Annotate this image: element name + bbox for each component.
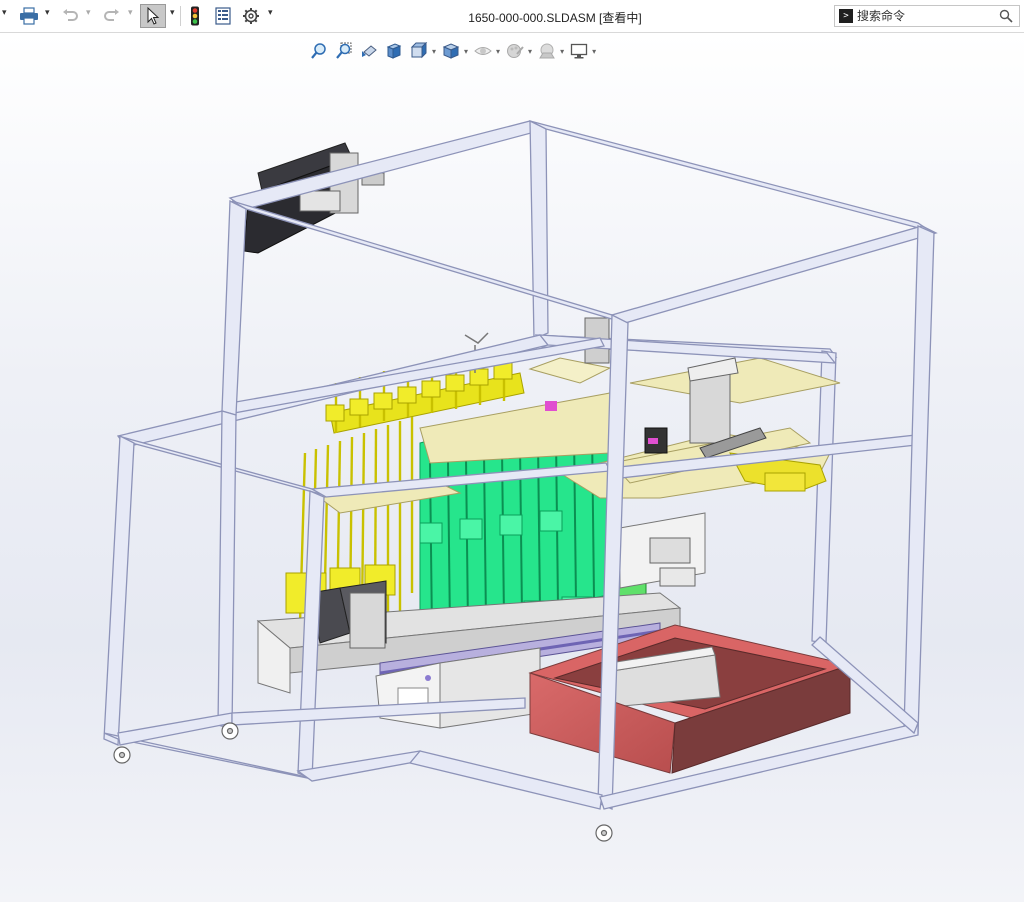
traffic-light-icon	[191, 6, 199, 26]
caster-wheel	[595, 824, 613, 842]
select-button[interactable]	[140, 4, 166, 28]
search-icon[interactable]	[999, 9, 1013, 23]
redo-button[interactable]	[100, 4, 124, 28]
print-dropdown-icon[interactable]: ▾	[45, 8, 50, 18]
undo-icon	[63, 9, 78, 21]
redo-icon	[104, 9, 119, 21]
title-bar: ▾ ▾ ▾ ▾ ▾ ▾ 1650-000-000.SLDASM [查看中] > …	[0, 0, 1024, 33]
print-icon	[20, 7, 38, 25]
command-prompt-icon: >	[839, 9, 853, 23]
caster-wheel	[113, 746, 131, 764]
select-dropdown-icon[interactable]: ▾	[170, 8, 175, 18]
undo-button[interactable]	[58, 4, 82, 28]
select-pointer-icon	[147, 7, 160, 25]
file-properties-icon	[215, 7, 231, 25]
options-gear-icon	[243, 8, 259, 24]
search-command-input[interactable]	[857, 8, 997, 24]
file-properties-button[interactable]	[212, 4, 234, 28]
rebuild-button[interactable]	[184, 4, 206, 28]
undo-dropdown-icon[interactable]: ▾	[86, 8, 91, 18]
graphics-area[interactable]: ▾ ▾ ▾ ▾ ▾ ▾	[0, 33, 1024, 902]
chevron-down-icon[interactable]: ▾	[2, 8, 7, 18]
options-button[interactable]	[240, 4, 262, 28]
redo-dropdown-icon[interactable]: ▾	[128, 8, 133, 18]
toolbar-separator	[180, 6, 181, 26]
caster-wheel	[221, 722, 239, 740]
search-box[interactable]: >	[834, 5, 1020, 27]
document-title: 1650-000-000.SLDASM [查看中]	[468, 11, 642, 25]
assembly-model[interactable]	[0, 33, 1024, 902]
options-dropdown-icon[interactable]: ▾	[268, 8, 273, 18]
print-button[interactable]	[16, 4, 42, 28]
